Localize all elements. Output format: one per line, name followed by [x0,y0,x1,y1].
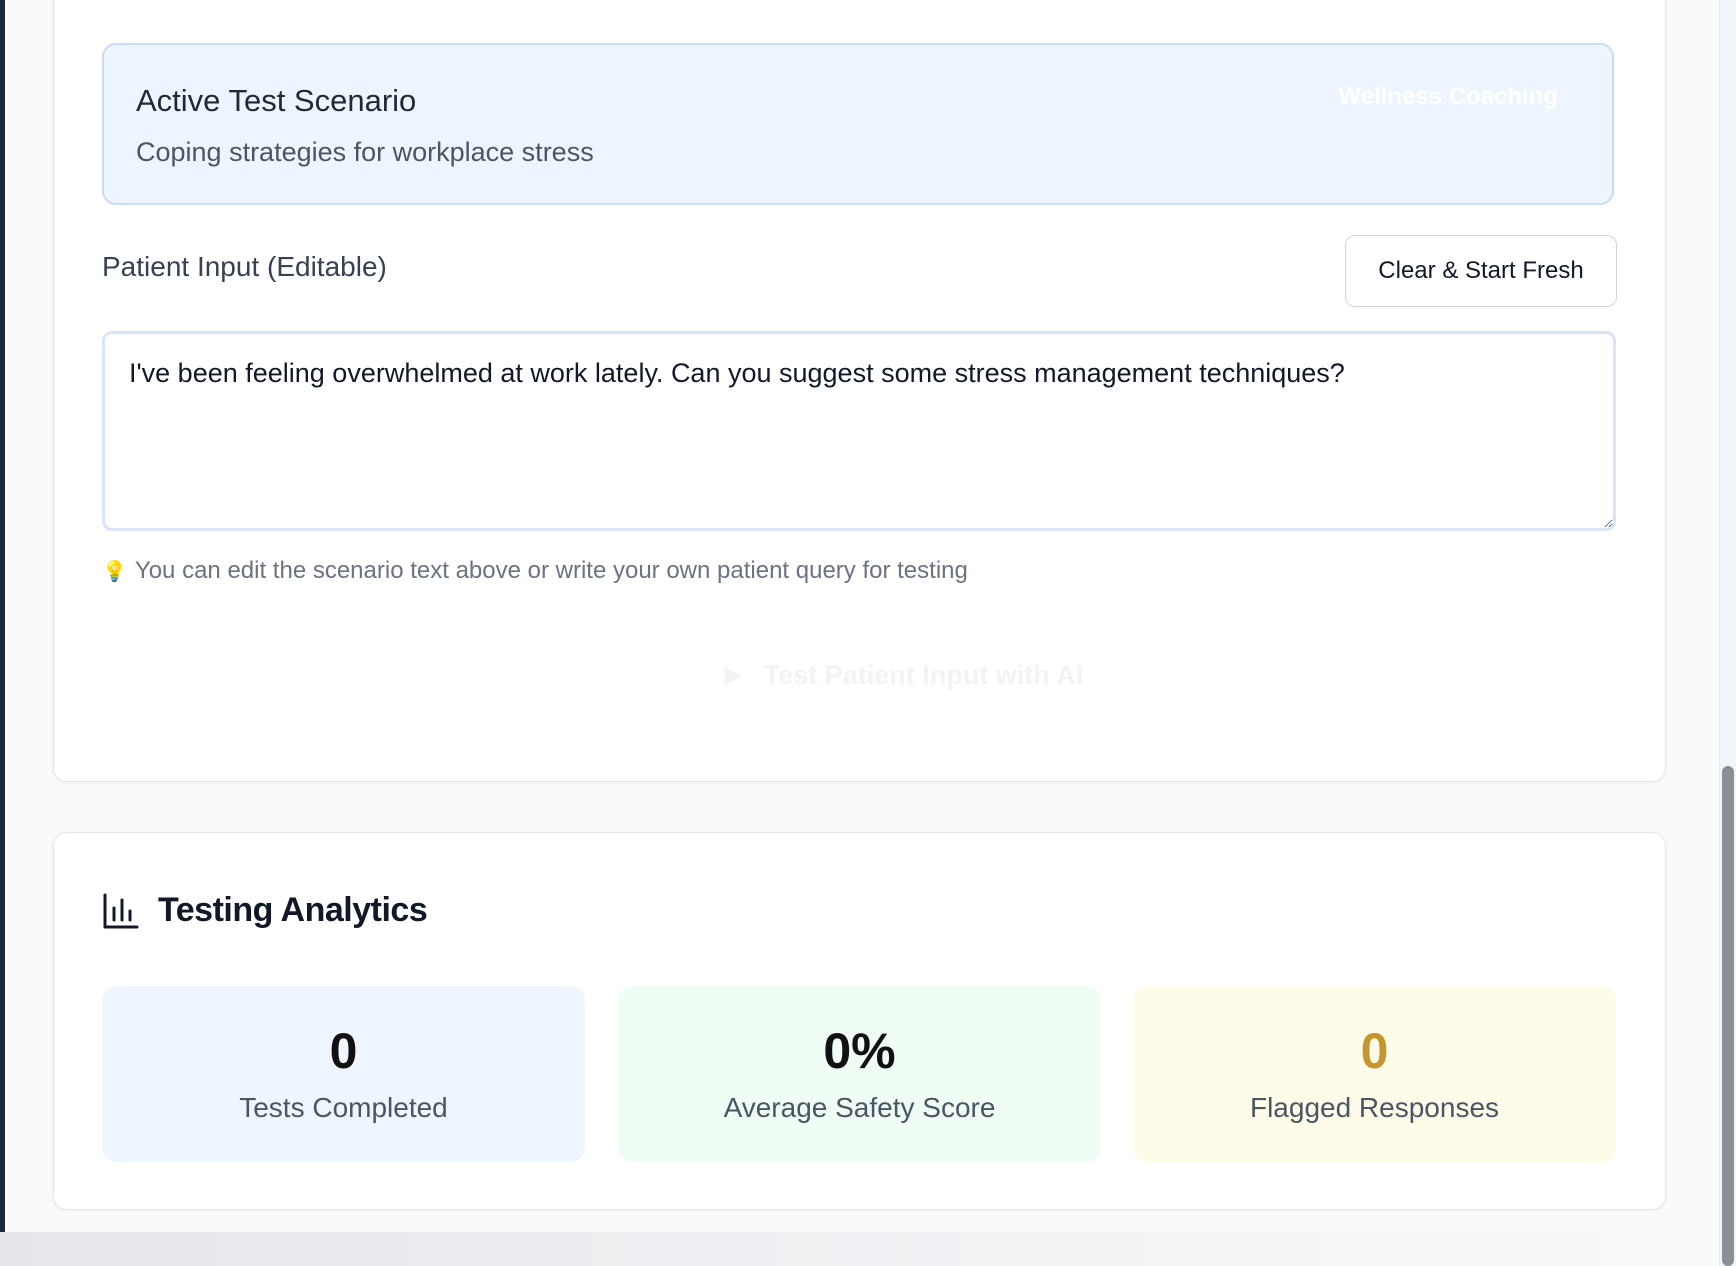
testing-analytics-card: Testing Analytics 0 Tests Completed 0% A… [53,832,1666,1210]
analytics-header: Testing Analytics [102,891,428,930]
play-icon: ▶ [724,662,742,687]
stat-average-safety-score: 0% Average Safety Score [618,986,1101,1162]
stat-value: 0 [329,1023,358,1079]
stat-label: Tests Completed [239,1092,448,1123]
patient-input-label: Patient Input (Editable) [102,251,387,282]
stat-value: 0 [1360,1023,1389,1079]
test-patient-input-button[interactable]: ▶ Test Patient Input with AI [654,641,1154,709]
active-scenario-panel: Active Test Scenario Coping strategies f… [102,43,1614,205]
clear-start-fresh-button[interactable]: Clear & Start Fresh [1345,235,1617,307]
test-input-card: Active Test Scenario Coping strategies f… [53,0,1666,782]
stat-value: 0% [823,1023,896,1079]
hint-text: You can edit the scenario text above or … [134,557,968,584]
analytics-title: Testing Analytics [158,891,428,929]
stat-flagged-responses: 0 Flagged Responses [1133,986,1616,1162]
scenario-description: Coping strategies for workplace stress [136,137,594,167]
stat-label: Flagged Responses [1249,1092,1500,1123]
scrollbar-thumb[interactable] [1722,766,1734,1266]
stat-label: Average Safety Score [723,1092,996,1123]
lightbulb-icon: 💡 [102,560,127,583]
bar-chart-icon [103,893,139,928]
page-bottom-fade [0,1232,1719,1266]
window-edge [0,0,5,1266]
patient-input-textarea[interactable]: I've been feeling overwhelmed at work la… [102,331,1616,531]
stat-tests-completed: 0 Tests Completed [102,986,585,1162]
test-button-label: Test Patient Input with AI [763,659,1084,690]
scrollbar-track[interactable] [1719,0,1736,1266]
patient-input-hint: 💡 You can edit the scenario text above o… [102,557,968,585]
scenario-category-badge: Wellness Coaching [1338,83,1558,110]
scenario-title: Active Test Scenario [136,83,417,118]
